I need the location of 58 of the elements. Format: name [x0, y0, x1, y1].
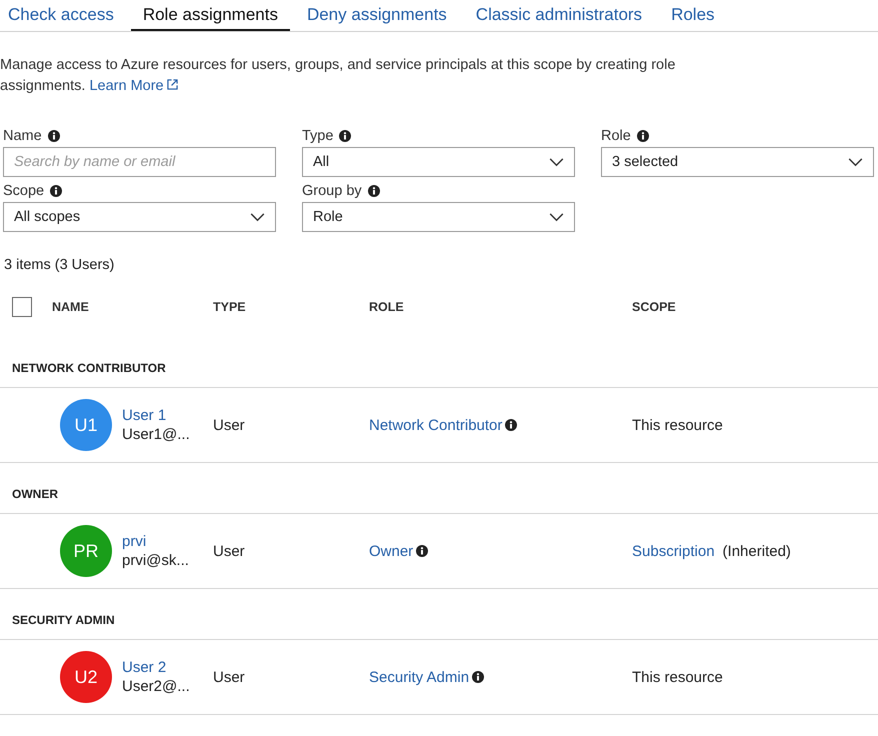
group-header: SECURITY ADMIN	[0, 589, 878, 640]
field-label: Name	[3, 128, 42, 144]
info-icon	[50, 185, 62, 197]
column-header: ROLE	[369, 300, 405, 314]
info-icon	[636, 130, 649, 142]
item-count: 3 items (3 Users)	[4, 257, 116, 273]
info-icon	[505, 419, 518, 431]
dropdown[interactable]: All	[302, 147, 575, 177]
dropdown[interactable]: All scopes	[3, 202, 276, 232]
role-link[interactable]: Network Contributor	[369, 416, 502, 434]
info-icon	[48, 130, 60, 142]
user-email: User1@...	[122, 425, 190, 444]
field-label: Type	[302, 128, 334, 144]
dropdown[interactable]: 3 selected	[601, 147, 874, 177]
learn-more-link[interactable]: Learn More	[89, 78, 178, 94]
field-label: Role	[601, 128, 631, 144]
scope-link[interactable]: Subscription	[632, 542, 715, 560]
chevron-down-icon	[549, 212, 564, 222]
user-email: User2@...	[122, 677, 190, 696]
avatar: U1	[60, 399, 112, 451]
info-icon	[368, 185, 380, 197]
group-header: OWNER	[0, 463, 878, 514]
description: Manage access to Azure resources for users, groups, and service principals at this scope by creating role assignments. Learn More	[0, 56, 676, 96]
info-icon	[416, 545, 428, 557]
role-link[interactable]: Security Admin	[369, 668, 470, 686]
type-text: User	[213, 542, 246, 560]
tab[interactable]: Roles	[659, 0, 727, 31]
column-header: NAME	[52, 300, 90, 314]
user-name-link[interactable]: User 1	[122, 406, 190, 425]
tab[interactable]: Deny assignments	[294, 0, 459, 31]
column-header: TYPE	[213, 300, 247, 314]
field-label: Scope	[3, 183, 44, 199]
field-label: Group by	[302, 183, 362, 199]
info-icon	[339, 130, 352, 142]
search-field[interactable]: Search by name or email	[3, 147, 276, 177]
avatar: U2	[60, 651, 112, 703]
user-name-link[interactable]: prvi	[122, 532, 189, 551]
dropdown[interactable]: Role	[302, 202, 575, 232]
scope-text: This resource	[632, 668, 724, 686]
tab[interactable]: Check access	[0, 0, 126, 31]
tab[interactable]: Classic administrators	[464, 0, 654, 31]
avatar: PR	[60, 525, 112, 577]
group-header: NETWORK CONTRIBUTOR	[0, 327, 878, 388]
user-email: prvi@sk...	[122, 551, 189, 570]
role-link[interactable]: Owner	[369, 542, 414, 560]
external-link-icon	[166, 79, 178, 90]
chevron-down-icon	[549, 158, 564, 166]
type-text: User	[213, 416, 246, 434]
select-all-checkbox[interactable]	[12, 297, 32, 317]
scope-text: This resource	[632, 416, 724, 434]
column-header: SCOPE	[632, 300, 677, 314]
scope-note: (Inherited)	[722, 542, 791, 560]
info-icon	[472, 671, 484, 683]
user-name-link[interactable]: User 2	[122, 658, 190, 677]
type-text: User	[213, 668, 246, 686]
chevron-down-icon	[250, 212, 265, 222]
chevron-down-icon	[848, 158, 863, 166]
tab[interactable]: Role assignments	[130, 0, 290, 31]
